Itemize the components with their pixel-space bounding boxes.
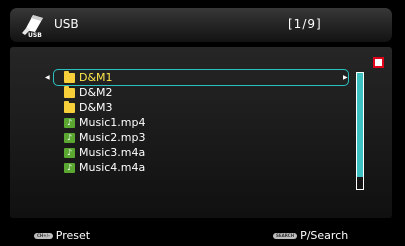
svg-text:USB: USB <box>28 32 42 38</box>
list-item-label: Music1.mp4 <box>79 116 146 129</box>
folder-icon <box>64 100 75 113</box>
footer-search: SEARCH P/Search <box>273 229 348 242</box>
file-list-panel: ◀ ▶ D&M1 D&M2 D&M3 ♪ Music1.mp4 ♪ Music2.mp3 ♪ M… <box>10 47 392 218</box>
usb-icon: USB <box>22 15 43 38</box>
list-item-label: D&M3 <box>79 101 113 114</box>
music-file-item[interactable]: ♪ Music2.mp3 <box>54 130 146 145</box>
folder-item[interactable]: D&M3 <box>54 100 146 115</box>
music-note-icon: ♪ <box>64 117 75 128</box>
folder-icon <box>64 85 75 98</box>
music-file-item[interactable]: ♪ Music3.m4a <box>54 145 146 160</box>
music-note-icon: ♪ <box>64 147 75 158</box>
ch-button-icon: CH+/- <box>34 232 53 239</box>
music-note-icon: ♪ <box>64 132 75 143</box>
folder-icon <box>64 70 75 83</box>
list-item-label: D&M2 <box>79 86 113 99</box>
stop-indicator-icon <box>373 57 384 68</box>
file-list: D&M1 D&M2 D&M3 ♪ Music1.mp4 ♪ Music2.mp3 ♪ Music… <box>54 70 146 175</box>
list-item-label: Music4.m4a <box>79 161 146 174</box>
header-bar: USB USB [1/9] <box>10 8 392 42</box>
folder-item[interactable]: D&M2 <box>54 85 146 100</box>
music-file-item[interactable]: ♪ Music4.m4a <box>54 160 146 175</box>
usb-browser-screen: USB USB [1/9] ◀ ▶ D&M1 D&M2 D&M3 ♪ Music1.mp… <box>0 0 405 246</box>
list-item-label: Music2.mp3 <box>79 131 146 144</box>
footer-preset: CH+/- Preset <box>34 229 90 242</box>
scrollbar[interactable] <box>356 72 364 190</box>
scrollbar-thumb[interactable] <box>357 73 363 177</box>
music-note-icon: ♪ <box>64 162 75 173</box>
source-label: USB <box>54 17 79 31</box>
list-item-label: D&M1 <box>79 71 113 84</box>
cursor-left-arrow-icon: ◀ <box>45 74 50 81</box>
preset-label: Preset <box>55 229 91 242</box>
search-button-icon: SEARCH <box>273 232 298 239</box>
page-indicator: [1/9] <box>288 17 322 31</box>
list-item-label: Music3.m4a <box>79 146 146 159</box>
psearch-label: P/Search <box>300 229 349 242</box>
music-file-item[interactable]: ♪ Music1.mp4 <box>54 115 146 130</box>
folder-item[interactable]: D&M1 <box>54 70 146 85</box>
